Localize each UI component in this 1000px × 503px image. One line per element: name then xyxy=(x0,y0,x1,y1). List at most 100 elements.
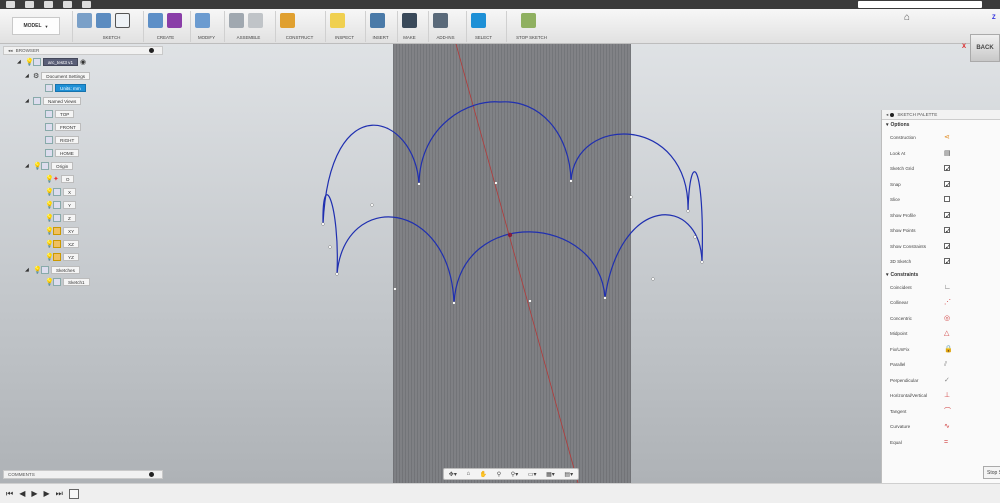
toolbar-group-stop-sketch[interactable]: STOP SKETCH xyxy=(506,11,556,42)
constraint-fix-unfix[interactable]: Fix/UnFix 🔒 xyxy=(882,342,1000,358)
tree-node-units[interactable]: Units: mm xyxy=(45,84,86,92)
view-label[interactable]: RIGHT xyxy=(55,136,80,144)
select-menu[interactable]: SELECT xyxy=(467,35,500,40)
tree-node-xy-plane[interactable]: 💡 XY xyxy=(45,227,80,235)
toolbar-group-assemble[interactable]: ASSEMBLE xyxy=(224,11,272,42)
pin-icon[interactable] xyxy=(890,112,895,117)
snap-checkbox[interactable]: ✓ xyxy=(944,180,951,189)
curvature-icon[interactable]: ∿ xyxy=(944,423,950,430)
origin-label[interactable]: Origin xyxy=(51,162,74,170)
option-sketch-grid[interactable]: Sketch Grid ✓ xyxy=(882,161,1000,177)
visibility-bulb-icon[interactable]: 💡 xyxy=(45,241,54,248)
sketches-label[interactable]: Sketches xyxy=(51,266,80,274)
tree-node-x-axis[interactable]: 💡 X xyxy=(45,188,77,196)
viewports-icon[interactable]: ▤▾ xyxy=(564,471,573,478)
option-3d-sketch[interactable]: 3D Sketch ✓ xyxy=(882,254,1000,270)
document-settings-label[interactable]: Document Settings xyxy=(41,72,91,80)
visibility-bulb-icon[interactable]: 💡 xyxy=(45,176,54,183)
perpendicular-icon[interactable]: ✓ xyxy=(944,377,950,384)
tree-node-sketches[interactable]: ◢ 💡 Sketches xyxy=(25,266,80,274)
sketch-icon[interactable] xyxy=(77,13,92,28)
tree-node-origin[interactable]: ◢ 💡 Origin xyxy=(25,162,74,170)
concentric-icon[interactable]: ◎ xyxy=(944,315,950,322)
origin-item-label[interactable]: X xyxy=(63,188,77,196)
lock-icon[interactable]: 🔒 xyxy=(944,346,953,353)
collapse-icon[interactable]: ◂ xyxy=(886,112,888,118)
show-constraints-checkbox[interactable]: ✓ xyxy=(944,242,951,251)
constraint-perpendicular[interactable]: Perpendicular ✓ xyxy=(882,373,1000,389)
tree-node-xz-plane[interactable]: 💡 XZ xyxy=(45,240,79,248)
home-view-icon[interactable]: ⌂ xyxy=(904,12,910,23)
arc-icon[interactable] xyxy=(96,13,111,28)
tree-node-view-right[interactable]: RIGHT xyxy=(45,136,80,144)
fit-icon[interactable]: ⚲▾ xyxy=(511,471,518,478)
new-component-icon[interactable] xyxy=(229,13,244,28)
toolbar-group-insert[interactable]: INSERT xyxy=(365,11,395,42)
constraints-section-header[interactable]: ▾ Constraints xyxy=(882,270,1000,280)
addins-menu[interactable]: ADD-INS xyxy=(429,35,462,40)
sketch-arc[interactable] xyxy=(322,124,420,225)
origin-item-label[interactable]: XZ xyxy=(63,240,79,248)
option-look-at[interactable]: Look At ▤ xyxy=(882,146,1000,162)
tree-node-y-axis[interactable]: 💡 Y xyxy=(45,201,77,209)
expand-icon[interactable]: ◢ xyxy=(25,98,31,104)
visibility-bulb-icon[interactable]: 💡 xyxy=(45,279,54,286)
tree-node-named-views[interactable]: ◢ Named Views xyxy=(25,97,82,105)
midpoint-icon[interactable]: △ xyxy=(944,330,949,337)
visibility-bulb-icon[interactable]: 💡 xyxy=(45,189,54,196)
undo-icon[interactable] xyxy=(63,1,72,8)
tree-node-yz-plane[interactable]: 💡 YZ xyxy=(45,253,79,261)
tree-node-view-top[interactable]: TOP xyxy=(45,110,75,118)
collinear-icon[interactable]: ⋰ xyxy=(944,299,951,306)
3d-sketch-checkbox[interactable]: ✓ xyxy=(944,258,951,266)
3d-print-icon[interactable] xyxy=(402,13,417,28)
visibility-bulb-icon[interactable]: 💡 xyxy=(33,163,42,170)
measure-icon[interactable] xyxy=(330,13,345,28)
constraint-concentric[interactable]: Concentric ◎ xyxy=(882,311,1000,327)
sketch-arc[interactable] xyxy=(604,214,703,299)
tree-node-root[interactable]: ◢ 💡 arc_test3 v1 ◉ xyxy=(17,58,86,66)
select-arrow-icon[interactable] xyxy=(471,13,486,28)
tree-node-view-front[interactable]: FRONT xyxy=(45,123,81,131)
pin-icon[interactable] xyxy=(149,48,154,53)
constraint-midpoint[interactable]: Midpoint △ xyxy=(882,326,1000,342)
viewport-canvas[interactable] xyxy=(0,44,1000,483)
step-forward-icon[interactable]: ▶ xyxy=(44,489,50,498)
constraint-curvature[interactable]: Curvature ∿ xyxy=(882,419,1000,435)
option-slice[interactable]: Slice xyxy=(882,192,1000,208)
grid-settings-icon[interactable]: ▦▾ xyxy=(546,471,555,478)
expand-icon[interactable]: ◢ xyxy=(25,163,31,169)
origin-item-label[interactable]: Y xyxy=(63,201,77,209)
origin-item-label[interactable]: XY xyxy=(63,227,80,235)
sketch-arc[interactable] xyxy=(570,133,689,212)
toolbar-group-modify[interactable]: MODIFY xyxy=(190,11,222,42)
assemble-menu[interactable]: ASSEMBLE xyxy=(225,35,272,40)
palette-header[interactable]: ◂ SKETCH PALETTE xyxy=(882,110,1000,120)
visibility-bulb-icon[interactable]: 💡 xyxy=(45,215,54,222)
construct-menu[interactable]: CONSTRUCT xyxy=(276,35,323,40)
save-icon[interactable] xyxy=(44,1,53,8)
root-component-label[interactable]: arc_test3 v1 xyxy=(43,58,79,66)
redo-icon[interactable] xyxy=(82,1,91,8)
toolbar-group-inspect[interactable]: INSPECT xyxy=(325,11,363,42)
toolbar-group-construct[interactable]: CONSTRUCT xyxy=(275,11,323,42)
option-snap[interactable]: Snap ✓ xyxy=(882,177,1000,193)
file-icon[interactable] xyxy=(25,1,34,8)
view-label[interactable]: FRONT xyxy=(55,123,81,131)
insert-image-icon[interactable] xyxy=(370,13,385,28)
tree-node-z-axis[interactable]: 💡 Z xyxy=(45,214,76,222)
origin-item-label[interactable]: O xyxy=(60,175,75,183)
create-menu[interactable]: CREATE xyxy=(144,35,187,40)
tree-node-origin-point[interactable]: 💡 ✦ O xyxy=(45,175,75,183)
named-views-label[interactable]: Named Views xyxy=(43,97,82,105)
grid-menu-icon[interactable] xyxy=(6,1,15,8)
stop-sketch-button[interactable]: Stop Sket xyxy=(983,466,1000,479)
sketch-grid-checkbox[interactable]: ✓ xyxy=(944,165,951,173)
play-icon[interactable]: ▶ xyxy=(31,489,37,498)
extrude-icon[interactable] xyxy=(148,13,163,28)
option-construction[interactable]: Construction ⋖ xyxy=(882,130,1000,146)
constraint-horizontal-vertical[interactable]: Horizontal/Vertical ⊥ xyxy=(882,388,1000,404)
look-at-icon[interactable]: ⌂ xyxy=(466,471,470,477)
look-at-icon[interactable]: ▤ xyxy=(944,150,951,157)
orbit-icon[interactable]: ✥▾ xyxy=(449,471,457,478)
